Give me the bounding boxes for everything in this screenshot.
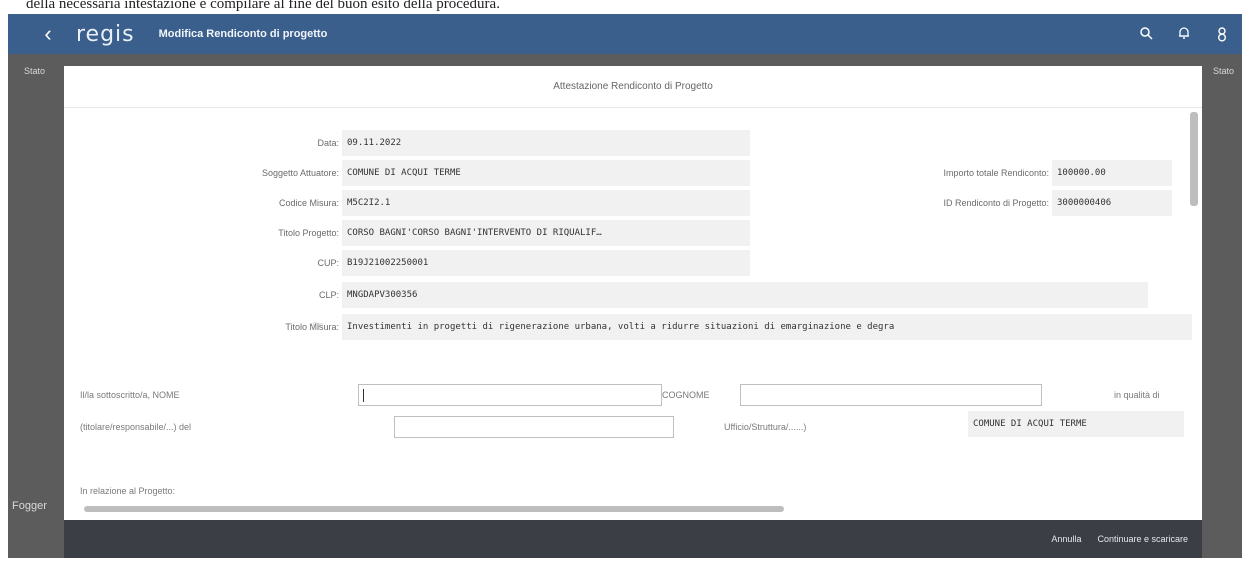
text-cursor	[363, 389, 364, 402]
search-icon[interactable]	[1138, 26, 1154, 42]
continue-download-button[interactable]: Continuare e scaricare	[1097, 534, 1188, 544]
clp-field: MNGDAPV300356	[342, 282, 1148, 308]
titolo-misura-field: Investimenti in progetti di rigenerazion…	[342, 314, 1192, 340]
shell-actions	[1138, 26, 1230, 42]
id-rendiconto-field: 3000000406	[1052, 190, 1172, 216]
shell-bar: ‹ regis Modifica Rendiconto di progetto	[8, 14, 1242, 54]
titolare-label: (titolare/responsabile/...) del	[80, 422, 192, 432]
data-label: Data:	[317, 138, 339, 148]
importo-field: 100000.00	[1052, 160, 1172, 186]
mouse-cursor-icon: ☞	[312, 318, 324, 333]
dialog-title: Attestazione Rendiconto di Progetto	[64, 66, 1202, 108]
cancel-button[interactable]: Annulla	[1051, 534, 1081, 544]
codice-label: Codice Misura:	[278, 198, 339, 208]
cup-label: CUP:	[317, 258, 339, 268]
nome-input[interactable]	[358, 384, 662, 406]
regis-logo[interactable]: regis	[76, 22, 135, 47]
background-label-bottom: Fogger	[12, 500, 47, 512]
vertical-scrollbar[interactable]	[1190, 112, 1198, 206]
bell-icon[interactable]	[1176, 26, 1192, 42]
qualita-label: in qualità di	[1114, 390, 1160, 400]
soggetto-field: COMUNE DI ACQUI TERME	[342, 160, 750, 186]
id-rendiconto-label: ID Rendiconto di Progetto:	[943, 198, 1049, 208]
back-icon[interactable]: ‹	[28, 21, 68, 47]
attestazione-dialog: Attestazione Rendiconto di Progetto Data…	[64, 66, 1202, 558]
background-label-right: Stato	[1212, 66, 1234, 76]
dialog-footer: Annulla Continuare e scaricare	[64, 520, 1202, 558]
user-icon[interactable]	[1214, 26, 1230, 42]
horizontal-scrollbar[interactable]	[84, 506, 784, 512]
ufficio-label: Ufficio/Struttura/......)	[724, 422, 807, 432]
top-caption: della necessaria intestazione e compilar…	[26, 0, 500, 12]
titolo-field: CORSO BAGNI'CORSO BAGNI'INTERVENTO DI RI…	[342, 220, 750, 246]
cognome-input[interactable]	[740, 384, 1042, 406]
data-field: 09.11.2022	[342, 130, 750, 156]
background-label-left: Stato	[24, 66, 46, 76]
cognome-label: COGNOME	[662, 390, 710, 400]
cup-field: B19J21002250001	[342, 250, 750, 276]
nome-label: Il/la sottoscritto/a, NOME	[80, 390, 180, 400]
relazione-label: In relazione al Progetto:	[80, 486, 176, 496]
titolo-label: Titolo Progetto:	[278, 228, 339, 238]
ente-field: COMUNE DI ACQUI TERME	[968, 411, 1184, 437]
codice-field: M5C2I2.1	[342, 190, 750, 216]
app-title: Modifica Rendiconto di progetto	[158, 28, 328, 40]
importo-label: Importo totale Rendiconto:	[943, 168, 1049, 178]
titolare-input[interactable]	[394, 416, 674, 438]
clp-label: CLP:	[318, 290, 339, 300]
soggetto-label: Soggetto Attuatore:	[261, 168, 339, 178]
